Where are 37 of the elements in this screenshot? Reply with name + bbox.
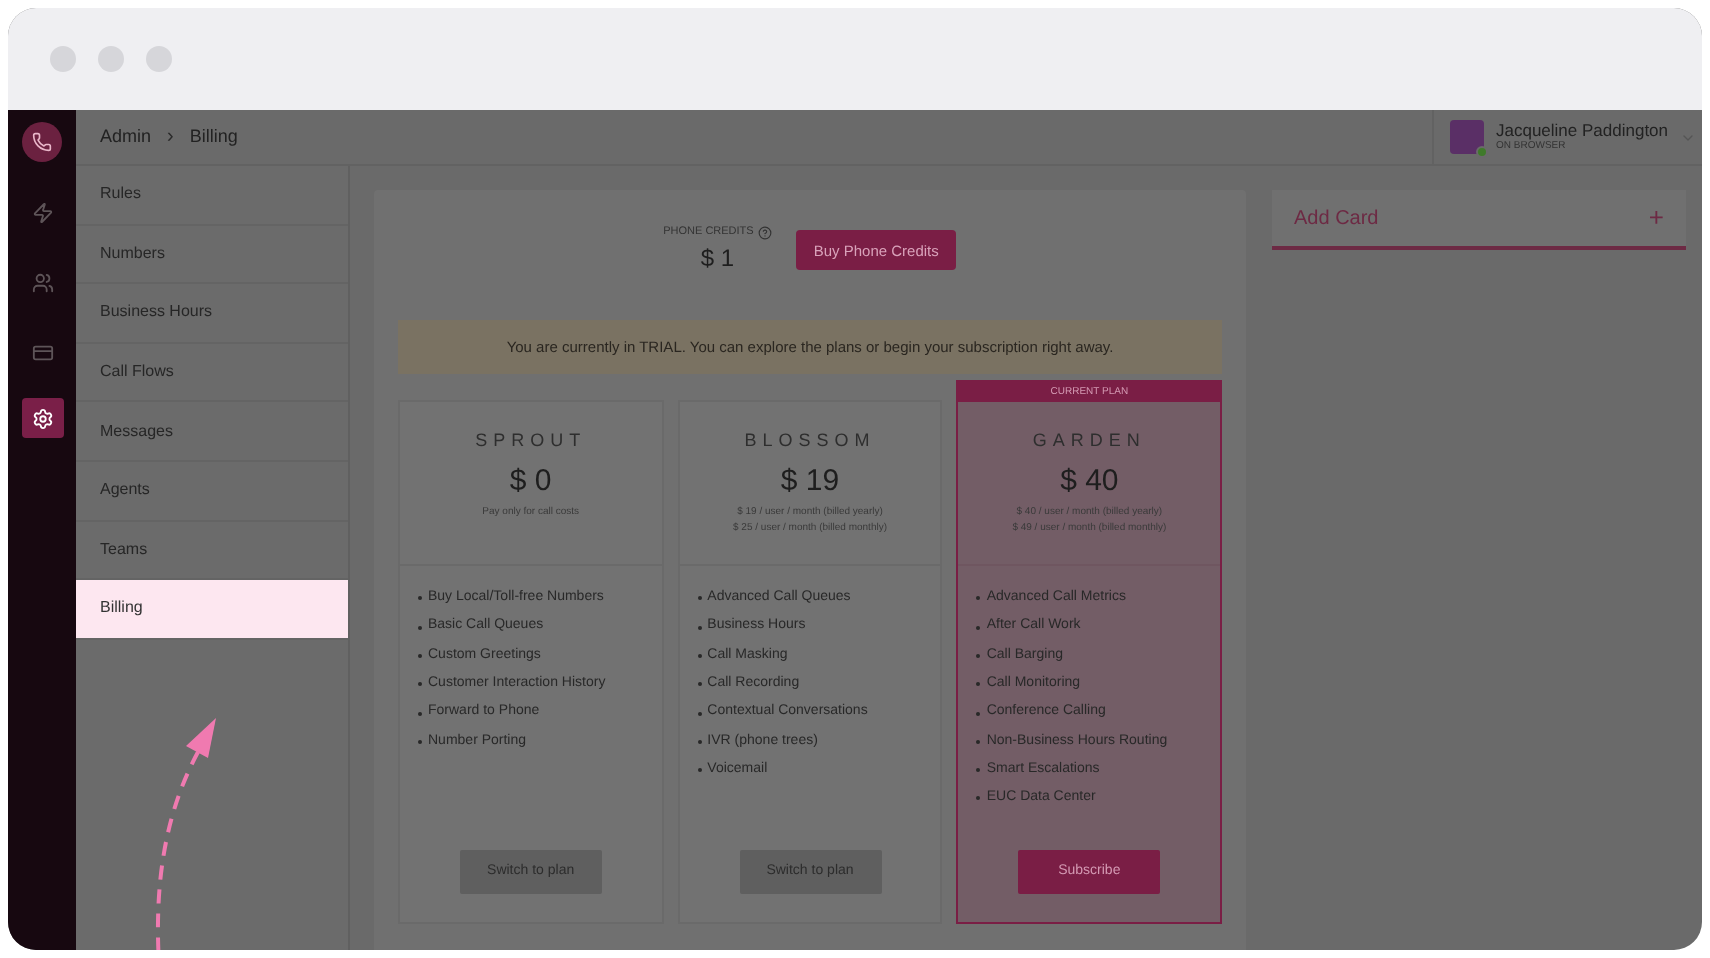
bullet-icon bbox=[697, 739, 702, 744]
bullet-icon bbox=[976, 768, 981, 773]
nav-item[interactable]: Messages bbox=[76, 402, 348, 462]
add-card-button[interactable]: Add Card + bbox=[1272, 190, 1686, 250]
nav-item[interactable]: Call Flows bbox=[76, 343, 348, 403]
bullet-icon bbox=[976, 682, 981, 687]
nav-item[interactable]: Numbers bbox=[76, 225, 348, 285]
bullet-icon bbox=[697, 653, 702, 658]
bullet-icon bbox=[976, 653, 981, 658]
plan-name: SPROUT bbox=[475, 428, 587, 455]
user-name: Jacqueline Paddington bbox=[1496, 121, 1669, 139]
breadcrumb-link[interactable]: Admin bbox=[100, 123, 152, 151]
bullet-icon bbox=[976, 625, 981, 630]
nav-item[interactable]: Agents bbox=[76, 461, 348, 522]
nav-item[interactable]: Rules bbox=[76, 166, 348, 226]
settings-icon[interactable] bbox=[21, 398, 63, 438]
plan-price: $ 19 bbox=[780, 461, 840, 502]
bullet-icon bbox=[976, 796, 981, 801]
bullet-icon bbox=[976, 711, 981, 716]
bullet-icon bbox=[697, 711, 702, 716]
nav-item[interactable]: Billing bbox=[76, 580, 348, 640]
bullet-icon bbox=[697, 768, 702, 773]
bullet-icon bbox=[976, 739, 981, 744]
bullet-icon bbox=[976, 596, 981, 601]
nav-item[interactable]: Business Hours bbox=[76, 284, 348, 344]
bullet-icon bbox=[697, 625, 702, 630]
credits-amount: $ 1 bbox=[700, 242, 735, 277]
plan-name: BLOSSOM bbox=[744, 428, 876, 455]
breadcrumb-separator: › bbox=[167, 124, 174, 152]
help-icon[interactable] bbox=[757, 225, 772, 240]
bullet-icon bbox=[697, 596, 702, 601]
plan-name: GARDEN bbox=[1032, 428, 1146, 455]
plan-price: $ 0 bbox=[509, 461, 552, 502]
plan-price: $ 40 bbox=[1060, 461, 1119, 502]
breadcrumb-current: Billing bbox=[189, 123, 238, 150]
bullet-icon bbox=[697, 682, 702, 687]
logo-icon[interactable] bbox=[22, 122, 62, 162]
